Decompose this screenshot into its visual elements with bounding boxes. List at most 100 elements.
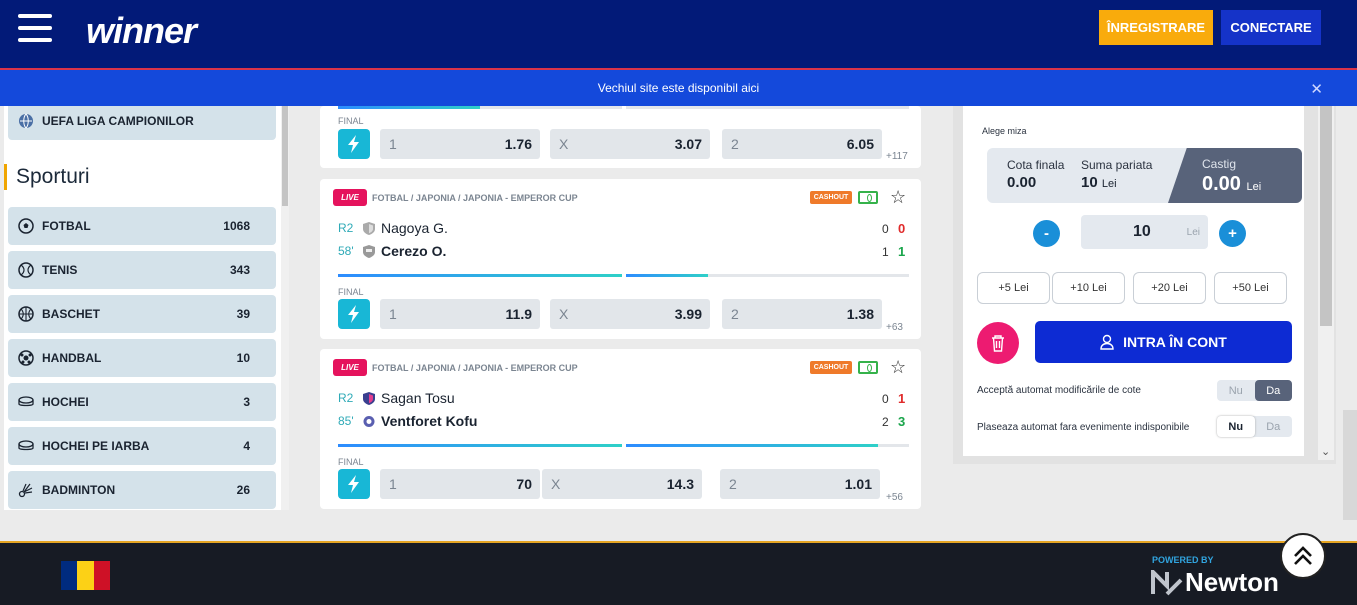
odd-value: 1.01: [844, 476, 872, 492]
sidebar-item-hochei[interactable]: HOCHEI 3: [8, 383, 276, 421]
toggle-yes[interactable]: Da: [1255, 416, 1293, 437]
winner-logo[interactable]: winner: [86, 10, 197, 52]
odd-key: 1: [389, 136, 397, 152]
flag-stripe: [77, 561, 94, 590]
away-half-score: 1: [882, 245, 889, 259]
user-icon: [1100, 334, 1114, 350]
market-label: FINAL: [338, 287, 364, 297]
powered-by-label: POWERED BY: [1152, 555, 1214, 565]
odd-button-1[interactable]: 1 1.76: [380, 129, 540, 159]
auto-accept-toggle[interactable]: Nu Da: [1217, 380, 1292, 401]
auto-place-toggle[interactable]: Nu Da: [1217, 416, 1292, 437]
quick-add-10-button[interactable]: +10 Lei: [1052, 272, 1125, 304]
lightning-icon[interactable]: [338, 129, 370, 159]
flag-stripe: [93, 561, 110, 590]
sidebar-item-label: BASCHET: [42, 307, 101, 321]
odd-value: 11.9: [505, 306, 532, 322]
win-value: 0.00: [1202, 173, 1241, 195]
odd-value: 3.07: [674, 136, 702, 152]
more-markets-link[interactable]: +117: [886, 151, 908, 162]
sidebar-item-uefa-champions-league[interactable]: UEFA LIGA CAMPIONILOR: [8, 106, 276, 140]
sidebar-item-label: HOCHEI PE IARBA: [42, 439, 150, 453]
toggle-no[interactable]: Nu: [1217, 380, 1255, 401]
odd-key: X: [551, 476, 561, 492]
odd-button-2[interactable]: 2 1.38: [722, 299, 882, 329]
scrollbar-thumb[interactable]: [1320, 106, 1332, 326]
scroll-to-top-button[interactable]: [1280, 533, 1326, 579]
sidebar-item-handbal[interactable]: HANDBAL 10: [8, 339, 276, 377]
team-name: Cerezo O.: [381, 243, 447, 259]
odd-key: X: [559, 306, 569, 322]
decrease-stake-button[interactable]: -: [1033, 220, 1060, 247]
betslip-panel: Alege miza Cota finala 0.00 Suma pariata…: [953, 106, 1336, 464]
event-progress: [338, 274, 909, 277]
home-score: 0: [898, 221, 906, 236]
sidebar-item-fotbal[interactable]: FOTBAL 1068: [8, 207, 276, 245]
toggle-no[interactable]: Nu: [1217, 416, 1255, 437]
odd-button-x[interactable]: X 14.3: [542, 469, 702, 499]
odd-button-2[interactable]: 2 1.01: [720, 469, 880, 499]
chevron-down-icon[interactable]: ⌄: [1321, 445, 1330, 458]
sports-sidebar: UEFA LIGA CAMPIONILOR Sporturi FOTBAL 10…: [4, 106, 289, 510]
page-scrollbar[interactable]: [1343, 410, 1357, 520]
win-label: Castig: [1202, 157, 1237, 171]
progress-fill: [626, 274, 709, 277]
toggle-yes[interactable]: Da: [1254, 380, 1292, 401]
close-icon[interactable]: ✕: [1310, 80, 1323, 98]
progress-fill: [338, 106, 480, 109]
romania-flag-icon[interactable]: [61, 561, 110, 590]
pitch-icon[interactable]: [858, 361, 878, 374]
odd-value: 1.38: [846, 306, 874, 322]
trash-icon[interactable]: [977, 322, 1019, 364]
double-chevron-up-icon: [1294, 546, 1312, 565]
increase-stake-button[interactable]: +: [1219, 220, 1246, 247]
sidebar-item-count: 343: [229, 263, 250, 277]
sidebar-item-tenis[interactable]: TENIS 343: [8, 251, 276, 289]
progress-track-first-half: [338, 106, 622, 109]
betslip-login-button[interactable]: INTRA ÎN CONT: [1035, 321, 1292, 363]
pitch-icon[interactable]: [858, 191, 878, 204]
lightning-icon[interactable]: [338, 469, 370, 499]
favorite-star-icon[interactable]: ☆: [890, 187, 906, 208]
quick-add-50-button[interactable]: +50 Lei: [1214, 272, 1287, 304]
odd-button-x[interactable]: X 3.99: [550, 299, 710, 329]
away-team[interactable]: Cerezo O.: [363, 243, 446, 259]
odd-button-1[interactable]: 1 11.9: [380, 299, 540, 329]
match-period: R2: [338, 391, 354, 405]
quick-add-5-button[interactable]: +5 Lei: [977, 272, 1050, 304]
progress-fill: [338, 444, 622, 447]
home-team[interactable]: Sagan Tosu: [363, 390, 455, 406]
more-markets-link[interactable]: +56: [886, 492, 903, 503]
sidebar-item-badminton[interactable]: BADMINTON 26: [8, 471, 276, 509]
login-button[interactable]: CONECTARE: [1221, 10, 1321, 45]
old-site-link[interactable]: Vechiul site este disponibil aici: [598, 81, 759, 95]
stake-currency: Lei: [1186, 227, 1200, 238]
team-crest-icon: [363, 221, 375, 235]
quick-add-20-button[interactable]: +20 Lei: [1133, 272, 1206, 304]
betslip-scrollbar[interactable]: ⌄: [1318, 106, 1334, 460]
away-team[interactable]: Ventforet Kofu: [363, 413, 477, 429]
soccer-ball-icon: [18, 218, 34, 234]
odd-button-1[interactable]: 1 70: [380, 469, 540, 499]
sports-heading: Sporturi: [4, 164, 90, 190]
match-minute: 85': [338, 414, 354, 428]
stake-input[interactable]: 10 Lei: [1081, 215, 1208, 249]
sidebar-item-count: 3: [243, 395, 250, 409]
stake-amount: 10: [1133, 223, 1151, 240]
sidebar-item-hochei-pe-iarba[interactable]: HOCHEI PE IARBA 4: [8, 427, 276, 465]
odd-button-2[interactable]: 2 6.05: [722, 129, 882, 159]
odd-button-x[interactable]: X 3.07: [550, 129, 710, 159]
more-markets-link[interactable]: +63: [886, 322, 903, 333]
league-breadcrumb[interactable]: FOTBAL / JAPONIA / JAPONIA - EMPEROR CUP: [372, 363, 578, 373]
register-button[interactable]: ÎNREGISTRARE: [1099, 10, 1213, 45]
odd-value: 1.76: [504, 136, 532, 152]
home-team[interactable]: Nagoya G.: [363, 220, 448, 236]
hamburger-menu-icon[interactable]: [18, 14, 52, 42]
league-breadcrumb[interactable]: FOTBAL / JAPONIA / JAPONIA - EMPEROR CUP: [372, 193, 578, 203]
progress-track-second-half: [626, 106, 909, 109]
lightning-icon[interactable]: [338, 299, 370, 329]
team-crest-icon: [363, 415, 375, 427]
favorite-star-icon[interactable]: ☆: [890, 357, 906, 378]
sidebar-item-baschet[interactable]: BASCHET 39: [8, 295, 276, 333]
sidebar-scrollbar[interactable]: [281, 106, 289, 510]
